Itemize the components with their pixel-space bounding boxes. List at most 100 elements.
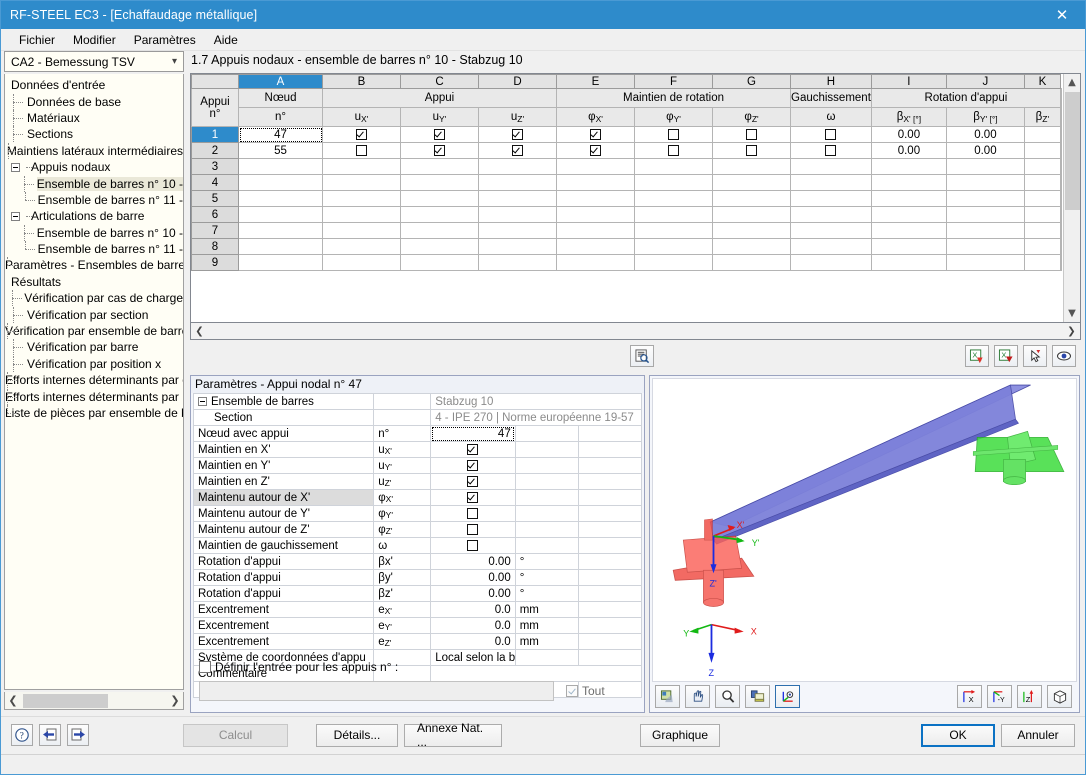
grid-cell[interactable]: [1059, 142, 1062, 159]
axis-view-icon[interactable]: [775, 685, 800, 708]
parameter-value[interactable]: [430, 473, 516, 490]
tree-item[interactable]: Vérification par cas de charge: [5, 290, 183, 307]
excel-import-icon[interactable]: X: [965, 345, 989, 367]
tree-item[interactable]: Ensemble de barres n° 11 -: [5, 191, 183, 208]
tree-item[interactable]: Ensemble de barres n° 10 -: [5, 175, 183, 192]
grid-column-letter-i[interactable]: I: [870, 74, 947, 89]
grid-cell[interactable]: [400, 158, 479, 175]
parameter-row[interactable]: Maintenu autour de Z' φZ': [192, 521, 643, 538]
checkbox[interactable]: [467, 491, 479, 503]
checkbox[interactable]: [467, 443, 479, 455]
grid-row-number[interactable]: 4: [191, 174, 239, 191]
grid-cell-phiz[interactable]: [712, 126, 791, 143]
annuler-button[interactable]: Annuler: [1001, 723, 1075, 747]
tree-item[interactable]: Sections: [5, 126, 183, 143]
isometric-cube-icon[interactable]: [1047, 685, 1072, 708]
grid-cell[interactable]: [790, 238, 872, 255]
table-row[interactable]: 4: [191, 174, 1062, 191]
grid-cell-omega[interactable]: [790, 126, 872, 143]
checkbox[interactable]: [825, 128, 837, 140]
grid-cell[interactable]: [945, 190, 1025, 207]
grid-cell[interactable]: [478, 254, 557, 271]
grid-cell[interactable]: [1023, 238, 1061, 255]
parameter-row[interactable]: Excentrement eZ' 0.0 mm: [192, 633, 643, 650]
grid-cell[interactable]: [1059, 238, 1062, 255]
parameter-value[interactable]: [430, 441, 516, 458]
checkbox[interactable]: [356, 144, 367, 156]
parameter-value[interactable]: 0.00: [430, 569, 516, 586]
table-row[interactable]: 3: [191, 158, 1062, 175]
grid-cell-uz[interactable]: [478, 142, 557, 159]
grid-cell[interactable]: [712, 206, 791, 223]
parameter-row[interactable]: Maintien de gauchissement ω: [192, 537, 643, 554]
scrollbar-thumb[interactable]: [1064, 92, 1080, 210]
parameter-value[interactable]: 4 - IPE 270 | Norme européenne 19-57: [430, 409, 642, 426]
zoom-magnifier-icon[interactable]: [715, 685, 740, 708]
tree-item[interactable]: Efforts internes déterminants par ens.: [5, 372, 183, 389]
parameter-row[interactable]: Excentrement eY' 0.0 mm: [192, 617, 643, 634]
checkbox[interactable]: [590, 144, 601, 156]
grid-cell[interactable]: [556, 190, 635, 207]
grid-cell[interactable]: [400, 174, 479, 191]
checkbox[interactable]: [434, 128, 445, 140]
grid-cell[interactable]: [322, 174, 401, 191]
pick-cursor-icon[interactable]: [1023, 345, 1047, 367]
export-arrow-icon[interactable]: [67, 724, 89, 746]
parameter-value[interactable]: [430, 505, 516, 522]
grid-cell-betaz[interactable]: [1023, 126, 1061, 143]
tree-expander-icon[interactable]: [11, 162, 20, 172]
parameter-row[interactable]: Maintenu autour de Y' φY': [192, 505, 643, 522]
layers-icon[interactable]: [745, 685, 770, 708]
grid-cell[interactable]: [400, 190, 479, 207]
grid-cell[interactable]: [790, 158, 872, 175]
grid-cell[interactable]: [1023, 174, 1061, 191]
model-viewport[interactable]: X' Y' Z' X Y Z: [652, 378, 1077, 682]
grid-cell[interactable]: [1059, 206, 1062, 223]
grid-vertical-scrollbar[interactable]: ▲ ▼: [1063, 74, 1080, 322]
parameter-row[interactable]: Section 4 - IPE 270 | Norme européenne 19…: [192, 409, 642, 426]
grid-cell[interactable]: [556, 206, 635, 223]
parameter-row[interactable]: Rotation d'appui βx' 0.00 °: [192, 553, 643, 570]
document-search-icon[interactable]: [630, 345, 654, 367]
calcul-button[interactable]: Calcul: [183, 723, 288, 747]
scroll-left-icon[interactable]: ❮: [191, 326, 208, 337]
grid-cell-betay[interactable]: 0.00: [945, 126, 1025, 143]
grid-cell[interactable]: [322, 206, 401, 223]
menu-item-parametres[interactable]: Paramètres: [125, 31, 205, 49]
grid-cell-betay[interactable]: 0.00: [945, 142, 1025, 159]
menu-item-aide[interactable]: Aide: [205, 31, 247, 49]
tree-item[interactable]: Vérification par barre: [5, 339, 183, 356]
grid-row-number[interactable]: 1: [191, 126, 239, 143]
parameter-row[interactable]: Maintien en Z' uZ': [192, 473, 643, 490]
grid-cell[interactable]: [1059, 222, 1062, 239]
tree-item[interactable]: Efforts internes déterminants par barre: [5, 388, 183, 405]
grid-cell[interactable]: [790, 174, 872, 191]
grid-cell[interactable]: [945, 174, 1025, 191]
checkbox[interactable]: [467, 523, 479, 535]
grid-cell[interactable]: [790, 206, 872, 223]
tree-item[interactable]: Résultats: [5, 274, 183, 290]
grid-column-letter-k[interactable]: K: [1023, 74, 1061, 89]
rotate-hand-icon[interactable]: [685, 685, 710, 708]
grid-cell[interactable]: [870, 174, 947, 191]
grid-cell[interactable]: [400, 254, 479, 271]
ok-button[interactable]: OK: [921, 723, 995, 747]
scroll-down-icon[interactable]: ▼: [1068, 305, 1076, 322]
checkbox[interactable]: [512, 128, 523, 140]
grid-cell[interactable]: [322, 238, 401, 255]
parameter-value[interactable]: 0.0: [430, 617, 516, 634]
checkbox[interactable]: [668, 128, 679, 140]
grid-cell[interactable]: [634, 222, 713, 239]
grid-cell[interactable]: [712, 158, 791, 175]
import-arrow-icon[interactable]: [39, 724, 61, 746]
parameter-row[interactable]: Maintien en Y' uY': [192, 457, 643, 474]
grid-cell[interactable]: [945, 222, 1025, 239]
supports-number-input[interactable]: [199, 681, 554, 701]
grid-cell[interactable]: [322, 254, 401, 271]
view-y-icon[interactable]: -Y: [987, 685, 1012, 708]
parameter-row[interactable]: Maintenu autour de X' φX': [192, 489, 643, 506]
grid-cell[interactable]: [400, 222, 479, 239]
grid-cell[interactable]: [712, 238, 791, 255]
parameter-row[interactable]: Rotation d'appui βy' 0.00 °: [192, 569, 643, 586]
tree-item[interactable]: Vérification par position x: [5, 355, 183, 372]
